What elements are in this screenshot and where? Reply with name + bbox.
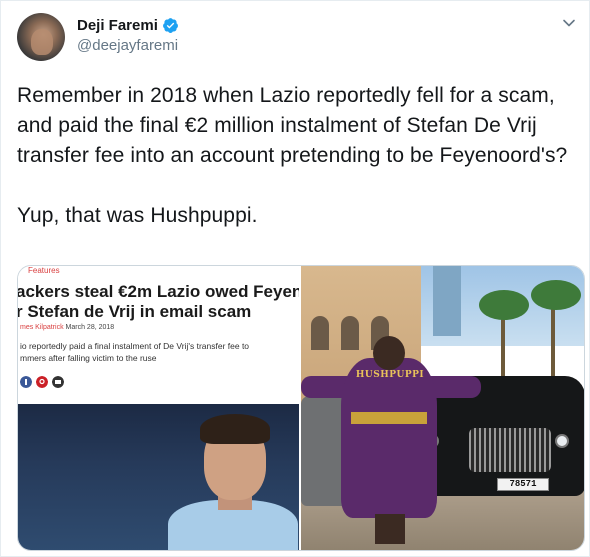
share-row (20, 376, 64, 388)
robe-belt (351, 412, 427, 424)
license-plate: 78571 (497, 478, 549, 491)
facebook-icon (20, 376, 32, 388)
car-grille (469, 428, 551, 472)
article-headline: ackers steal €2m Lazio owed Feyenoord r … (18, 282, 299, 322)
distant-tower (433, 266, 461, 336)
media-grid: Features ackers steal €2m Lazio owed Fey… (17, 265, 585, 551)
tweet-text: Remember in 2018 when Lazio reportedly f… (17, 81, 577, 231)
article-headline-line: r Stefan de Vrij in email scam (18, 302, 252, 321)
hushpuppi-photo[interactable]: 78571 HUSHPUPPI (301, 266, 584, 550)
article-headline-line: ackers steal €2m Lazio owed Feyenoord (18, 282, 299, 301)
tweet-paragraph: Remember in 2018 when Lazio reportedly f… (17, 84, 568, 167)
article-body-line: io reportedly paid a final instalment of… (20, 341, 250, 351)
chevron-down-icon[interactable] (561, 15, 577, 31)
email-icon (52, 376, 64, 388)
legs (375, 514, 405, 544)
robe (341, 358, 437, 518)
player-hair (200, 414, 270, 444)
article-body-line: mmers after falling victim to the ruse (20, 353, 157, 363)
article-author: mes Kilpatrick (20, 324, 64, 331)
article-date: March 28, 2018 (65, 324, 115, 331)
pinterest-icon (36, 376, 48, 388)
building-arch (311, 316, 329, 350)
verified-icon (162, 18, 178, 33)
article-screenshot-image[interactable]: Features ackers steal €2m Lazio owed Fey… (18, 266, 301, 550)
palm-leaves (531, 280, 581, 310)
palm-leaves (479, 290, 529, 320)
article-body: io reportedly paid a final instalment of… (20, 340, 299, 364)
avatar[interactable] (17, 13, 65, 61)
player-photo (18, 404, 299, 550)
building-arch (341, 316, 359, 350)
display-name[interactable]: Deji Faremi (77, 17, 158, 34)
tweet-card: Deji Faremi @deejayfaremi Remember in 20… (0, 0, 590, 557)
headlight (555, 434, 569, 448)
man-head (373, 336, 405, 370)
handle[interactable]: @deejayfaremi (77, 37, 178, 54)
article-tag: Features (28, 266, 60, 275)
robe-text: HUSHPUPPI (355, 370, 425, 380)
tweet-paragraph: Yup, that was Hushpuppi. (17, 204, 258, 227)
avatar-face (31, 29, 53, 55)
article-byline: mes Kilpatrick March 28, 2018 (20, 324, 114, 331)
author-row: Deji Faremi (77, 17, 179, 34)
